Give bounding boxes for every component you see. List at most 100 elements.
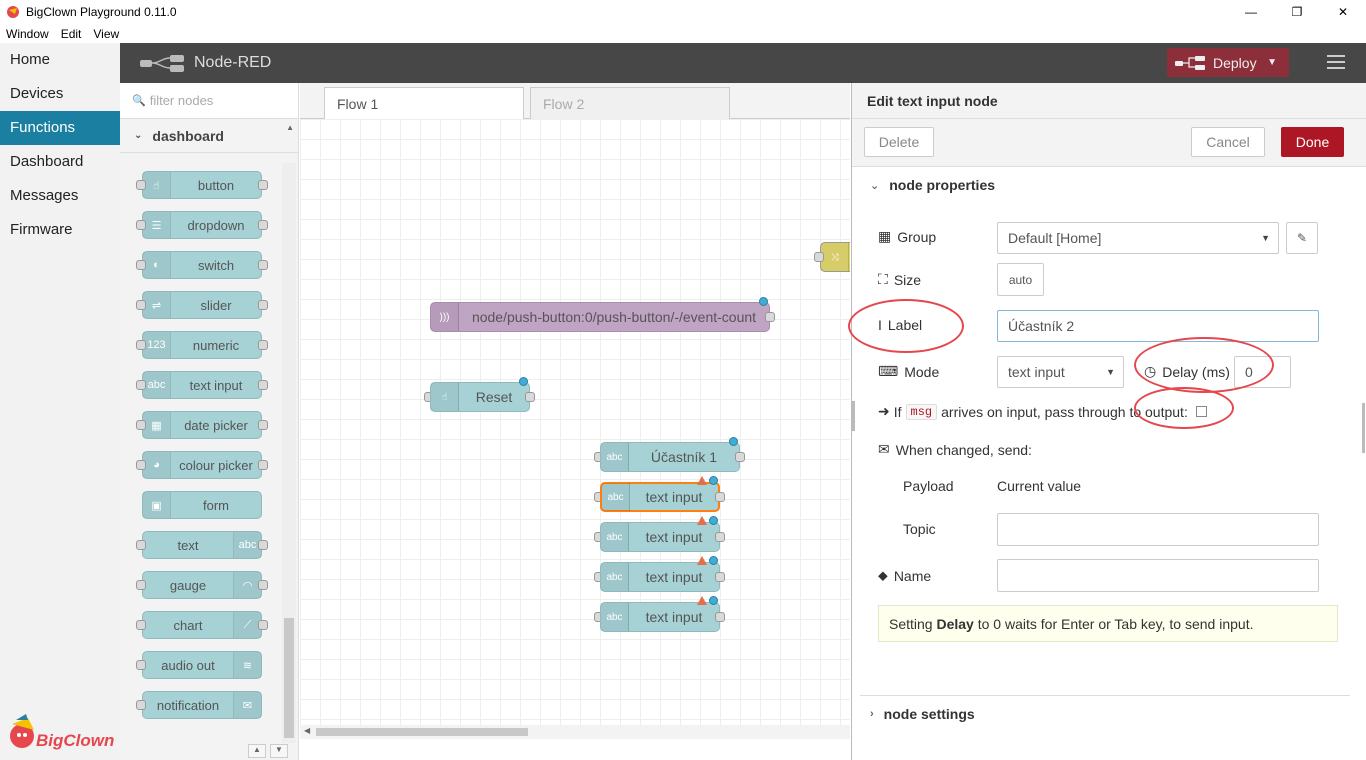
flow-workspace[interactable]: Flow 1 Flow 2 ⤨ ))) node/push-button:0/p…: [300, 83, 850, 760]
group-select[interactable]: Default [Home] ▼: [997, 222, 1279, 254]
nodered-header: Node-RED Deploy ▼: [120, 43, 1366, 83]
category-label: dashboard: [152, 127, 224, 144]
flow-node-switch[interactable]: ⤨: [820, 242, 850, 272]
close-button[interactable]: ✕: [1320, 0, 1366, 24]
node-output-port[interactable]: [765, 312, 775, 322]
menu-edit[interactable]: Edit: [55, 27, 88, 41]
node-output-port: [258, 420, 268, 430]
nav-item-home[interactable]: Home: [0, 43, 120, 77]
done-button[interactable]: Done: [1281, 127, 1344, 157]
nav-item-dashboard[interactable]: Dashboard: [0, 145, 120, 179]
filter-nodes-input[interactable]: 🔍 filter nodes: [120, 83, 298, 119]
palette-node-audio-out[interactable]: audio out ≋: [142, 651, 262, 679]
flow-grid[interactable]: ⤨ ))) node/push-button:0/push-button/-/e…: [300, 119, 850, 725]
nodered-title: Node-RED: [194, 54, 272, 71]
node-input-port: [136, 660, 146, 670]
palette-node-button[interactable]: ☝ button: [142, 171, 262, 199]
menu-window[interactable]: Window: [0, 27, 55, 41]
delete-button[interactable]: Delete: [864, 127, 934, 157]
palette-node-numeric[interactable]: 123 numeric: [142, 331, 262, 359]
node-changed-indicator: [709, 516, 718, 525]
delay-tip: Setting Delay to 0 waits for Enter or Ta…: [878, 605, 1338, 642]
nav-item-messages[interactable]: Messages: [0, 179, 120, 213]
reset-node-label: Reset: [475, 389, 513, 405]
table-icon: ▦: [878, 228, 892, 244]
palette-node-chart[interactable]: chart ⟋: [142, 611, 262, 639]
nav-item-functions[interactable]: Functions: [0, 111, 120, 145]
cancel-button[interactable]: Cancel: [1191, 127, 1265, 157]
warning-triangle-icon: [697, 596, 707, 605]
node-input-port[interactable]: [814, 252, 824, 262]
window-title: BigClown Playground 0.11.0: [26, 5, 177, 19]
palette-node-gauge[interactable]: gauge ◠: [142, 571, 262, 599]
palette-node-form[interactable]: ▣ form: [142, 491, 262, 519]
workspace-horizontal-scrollbar[interactable]: ◀: [300, 725, 850, 739]
tray-scrollbar[interactable]: [1362, 403, 1365, 453]
palette-scroll-thumb[interactable]: [284, 618, 294, 738]
tab-flow-2[interactable]: Flow 2: [530, 87, 730, 119]
minimize-button[interactable]: —: [1228, 0, 1274, 24]
node-output-port[interactable]: [715, 492, 725, 502]
palette-node-slider[interactable]: ⇌ slider: [142, 291, 262, 319]
workspace-scroll-thumb[interactable]: [316, 728, 528, 736]
deploy-caret-icon[interactable]: ▼: [1267, 57, 1277, 68]
deploy-button[interactable]: Deploy ▼: [1167, 48, 1289, 77]
filter-placeholder: filter nodes: [149, 93, 214, 108]
flow-node-ucastnik-1[interactable]: abc Účastník 1: [600, 442, 740, 472]
palette-node-dropdown[interactable]: ☰ dropdown: [142, 211, 262, 239]
flow-node-text-input[interactable]: abc text input: [600, 522, 720, 552]
size-button[interactable]: auto: [997, 263, 1044, 296]
collapse-all-button[interactable]: ▲: [248, 744, 266, 758]
section-node-settings[interactable]: › node settings: [860, 695, 1350, 731]
scroll-up-icon[interactable]: ▲: [286, 123, 294, 132]
scroll-left-icon[interactable]: ◀: [304, 726, 310, 735]
flow-node-text-input[interactable]: abc text input: [600, 602, 720, 632]
nav-item-firmware[interactable]: Firmware: [0, 213, 120, 247]
tag-icon: ⬥: [878, 567, 888, 583]
palette-category-dashboard[interactable]: ⌄ dashboard: [120, 119, 298, 153]
resize-icon: ⛶: [878, 271, 888, 287]
flow-node-mqtt-in[interactable]: ))) node/push-button:0/push-button/-/eve…: [430, 302, 770, 332]
palette-node-switch[interactable]: ◐ switch: [142, 251, 262, 279]
node-changed-indicator: [519, 377, 528, 386]
name-input[interactable]: [997, 559, 1319, 592]
node-output-port: [258, 300, 268, 310]
node-output-port[interactable]: [715, 612, 725, 622]
menu-hamburger-icon[interactable]: [1327, 55, 1345, 71]
section-settings-label: node settings: [883, 705, 975, 722]
palette-node-date-picker[interactable]: ▦ date picker: [142, 411, 262, 439]
node-output-port: [258, 180, 268, 190]
node-output-port[interactable]: [735, 452, 745, 462]
palette-node-label: text: [177, 537, 199, 553]
tab-flow-1[interactable]: Flow 1: [324, 87, 524, 119]
palette-node-label: slider: [200, 297, 232, 313]
restore-button[interactable]: ❐: [1274, 0, 1320, 24]
flow-node-text-input[interactable]: abc text input: [600, 482, 720, 512]
pencil-icon: ✎: [1296, 231, 1308, 245]
node-output-port[interactable]: [525, 392, 535, 402]
node-output-port[interactable]: [715, 532, 725, 542]
edit-group-button[interactable]: ✎: [1286, 222, 1318, 254]
topic-input[interactable]: [997, 513, 1319, 546]
form-icon: ▣: [143, 492, 171, 518]
label-input[interactable]: Účastník 2: [997, 310, 1319, 342]
palette-node-label: switch: [197, 257, 235, 273]
palette-node-text-input[interactable]: abc text input: [142, 371, 262, 399]
expand-all-button[interactable]: ▼: [270, 744, 288, 758]
msg-code: msg: [905, 403, 938, 420]
palette-node-colour-picker[interactable]: ◕ colour picker: [142, 451, 262, 479]
palette-node-notification[interactable]: notification ✉: [142, 691, 262, 719]
audio-icon: ≋: [233, 652, 261, 678]
tray-resize-handle[interactable]: [852, 401, 855, 431]
menu-view[interactable]: View: [87, 27, 125, 41]
node-output-port: [258, 380, 268, 390]
abc-icon: abc: [602, 483, 630, 511]
flow-node-text-input[interactable]: abc text input: [600, 562, 720, 592]
chevron-down-icon: ⌄: [134, 130, 143, 141]
node-output-port[interactable]: [715, 572, 725, 582]
section-node-properties[interactable]: ⌄ node properties: [860, 167, 1350, 203]
palette-node-text[interactable]: text abc: [142, 531, 262, 559]
flow-node-reset[interactable]: ☝ Reset: [430, 382, 530, 412]
mode-select[interactable]: text input ▼: [997, 356, 1124, 388]
nav-item-devices[interactable]: Devices: [0, 77, 120, 111]
